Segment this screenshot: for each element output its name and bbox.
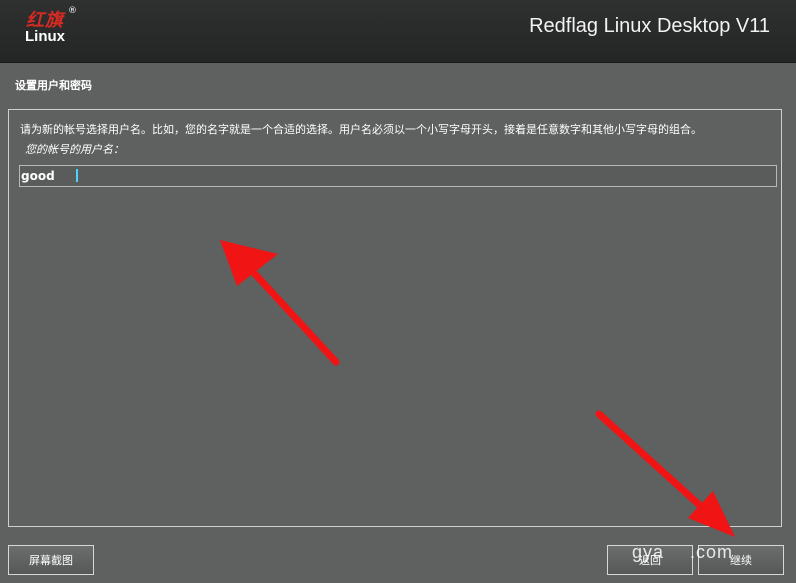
header-bar: 红旗 ® Linux Redflag Linux Desktop V11 <box>0 0 796 63</box>
product-title: Redflag Linux Desktop V11 <box>529 15 770 37</box>
content-panel: 请为新的帐号选择用户名。比如，您的名字就是一个合适的选择。用户名必须以一个小写字… <box>8 109 782 527</box>
screenshot-button[interactable]: 屏幕截图 <box>8 545 94 575</box>
logo-linux-text: Linux <box>25 28 65 45</box>
watermark-left-text: gya <box>632 542 665 562</box>
instruction-text: 请为新的帐号选择用户名。比如，您的名字就是一个合适的选择。用户名必须以一个小写字… <box>20 123 702 136</box>
watermark: gya .com <box>632 542 733 563</box>
page-title: 设置用户和密码 <box>15 79 92 92</box>
username-input[interactable] <box>19 165 777 187</box>
installer-window: 红旗 ® Linux Redflag Linux Desktop V11 设置用… <box>0 0 796 583</box>
username-field-label: 您的帐号的用户名： <box>25 143 124 156</box>
registered-mark: ® <box>68 6 77 16</box>
watermark-right-text: .com <box>690 542 734 562</box>
redflag-logo: 红旗 ® Linux <box>24 6 84 56</box>
text-caret <box>76 169 78 182</box>
